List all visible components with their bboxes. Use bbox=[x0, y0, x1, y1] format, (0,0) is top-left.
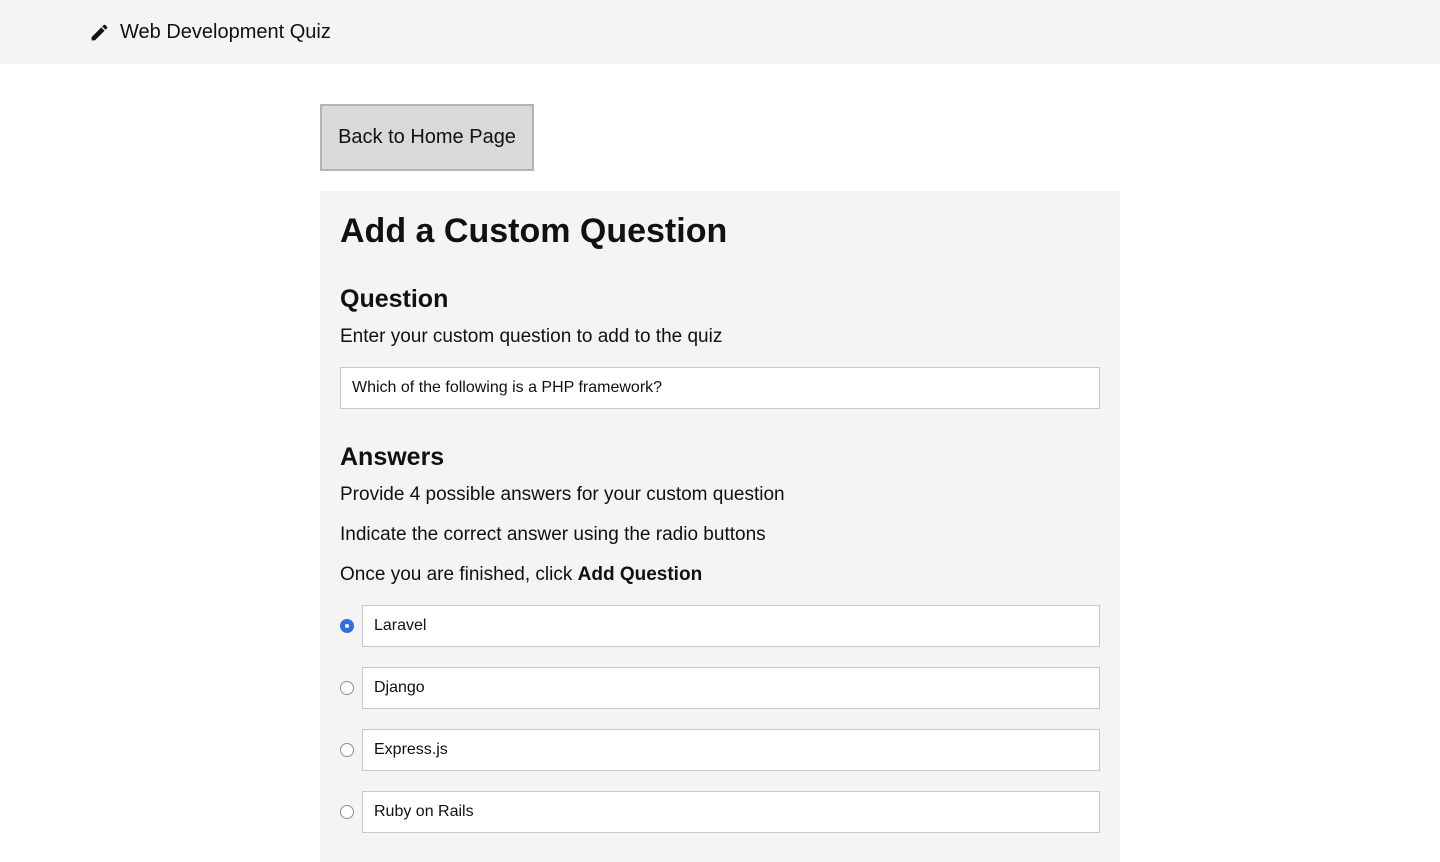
answers-instruction-count: Provide 4 possible answers for your cust… bbox=[340, 484, 785, 505]
answer-3-radio[interactable] bbox=[340, 743, 354, 757]
question-instruction: Enter your custom question to add to the… bbox=[340, 326, 723, 347]
pencil-icon bbox=[89, 22, 110, 43]
answer-2-radio[interactable] bbox=[340, 681, 354, 695]
add-question-panel: Add a Custom Question Question Enter you… bbox=[320, 191, 1120, 862]
brand[interactable]: Web Development Quiz bbox=[89, 20, 331, 44]
question-input[interactable] bbox=[340, 367, 1100, 409]
page-title: Add a Custom Question bbox=[340, 212, 728, 250]
answers-instruction-finish: Once you are finished, click Add Questio… bbox=[340, 563, 702, 587]
finish-instruction-text: Once you are finished, click bbox=[340, 564, 578, 585]
top-navbar: Web Development Quiz bbox=[0, 0, 1440, 64]
answer-2-input[interactable] bbox=[362, 667, 1100, 709]
app-title: Web Development Quiz bbox=[120, 20, 331, 43]
answers-heading: Answers bbox=[340, 443, 445, 471]
answer-3-input[interactable] bbox=[362, 729, 1100, 771]
answers-instruction-radio: Indicate the correct answer using the ra… bbox=[340, 524, 766, 545]
answer-1-radio[interactable] bbox=[340, 619, 354, 633]
answer-1-input[interactable] bbox=[362, 605, 1100, 647]
add-question-reference: Add Question bbox=[577, 564, 703, 585]
question-heading: Question bbox=[340, 285, 449, 313]
answer-4-radio[interactable] bbox=[340, 805, 354, 819]
back-to-home-button[interactable]: Back to Home Page bbox=[320, 104, 534, 171]
answer-4-input[interactable] bbox=[362, 791, 1100, 833]
